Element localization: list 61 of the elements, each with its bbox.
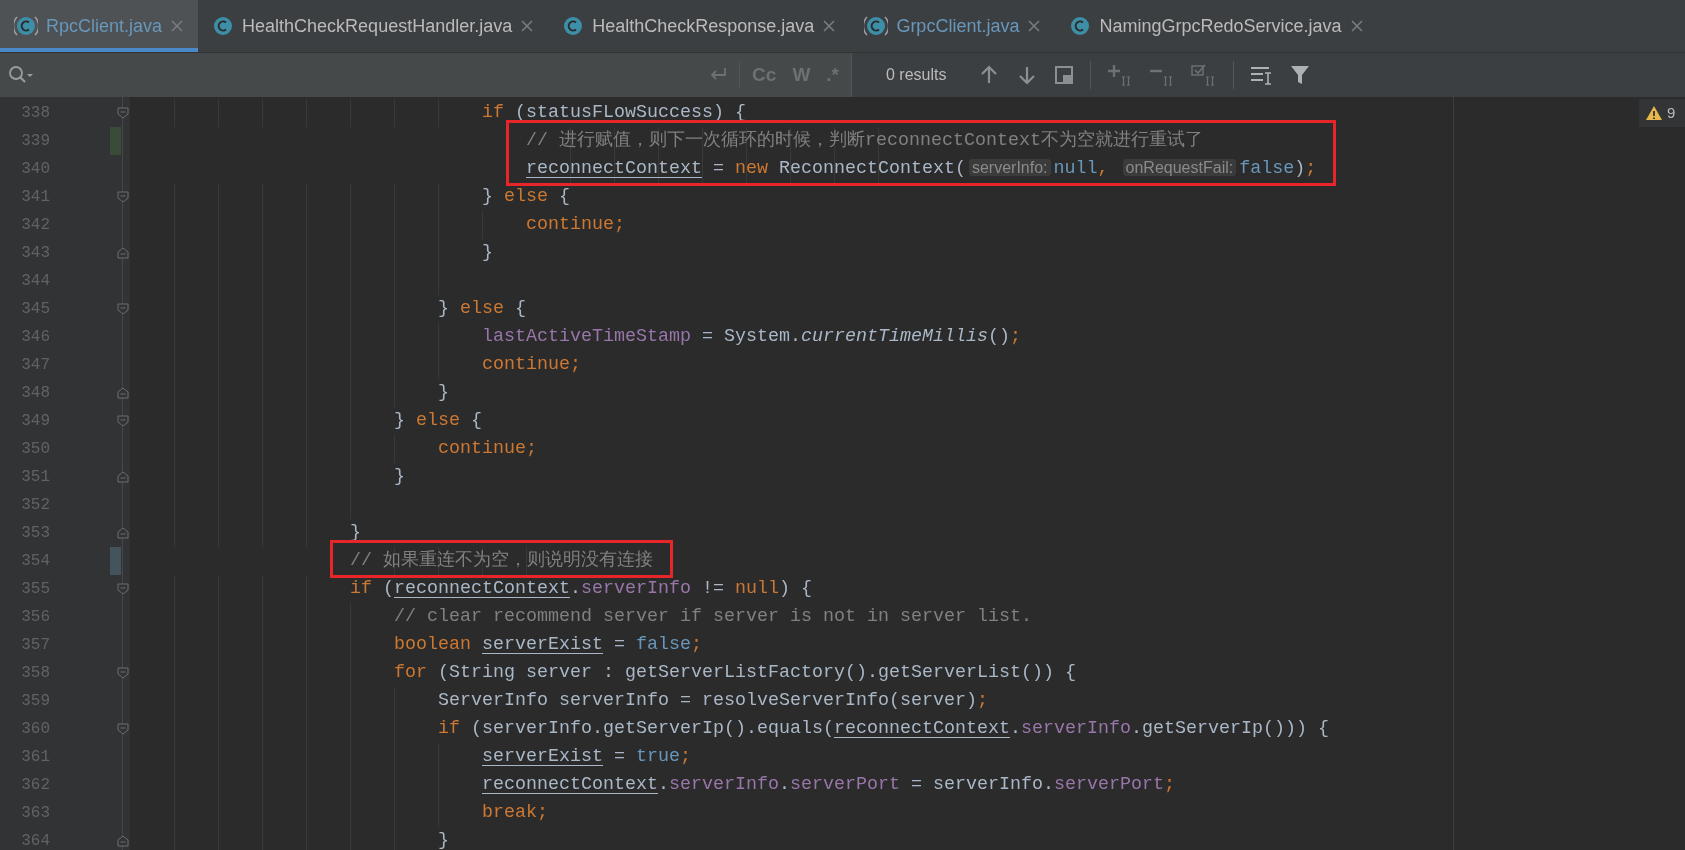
fold-marker-icon[interactable] [117, 723, 129, 735]
fold-marker-icon[interactable] [117, 471, 129, 483]
close-icon[interactable] [1349, 19, 1364, 33]
close-icon[interactable] [1027, 19, 1042, 33]
code-line: } [482, 241, 493, 266]
code-line: lastActiveTimeStamp = System.currentTimeMillis(); [482, 325, 1021, 350]
fold-marker-icon[interactable] [117, 107, 129, 119]
abstract-class-icon [14, 15, 38, 37]
filter-icon[interactable] [1290, 64, 1310, 86]
fold-marker-icon[interactable] [117, 667, 129, 679]
code-line: } [438, 829, 449, 850]
fold-marker-icon[interactable] [117, 247, 129, 259]
code-line: for (String server : getServerListFactory().getServerList()) { [394, 661, 1076, 686]
fold-marker-icon[interactable] [117, 583, 129, 595]
close-icon[interactable] [170, 19, 185, 33]
file-tab[interactable]: NamingGrpcRedoService.java [1055, 0, 1378, 52]
file-tab[interactable]: GrpcClient.java [850, 0, 1056, 52]
panel-icon[interactable] [1054, 65, 1074, 85]
code-line: boolean serverExist = false; [394, 633, 702, 658]
results-count: 0 results [886, 65, 948, 85]
fold-marker-icon[interactable] [117, 191, 129, 203]
code-line: } else { [394, 409, 482, 434]
code-line: // 如果重连不为空，则说明没有连接 [350, 549, 653, 574]
warning-count[interactable]: 9 [1667, 101, 1676, 125]
code-line: } else { [482, 185, 570, 210]
toggle-button[interactable]: .* [824, 60, 841, 90]
code-line: continue; [438, 437, 537, 462]
close-icon[interactable] [520, 19, 535, 33]
fold-marker-icon[interactable] [117, 415, 129, 427]
search-icon[interactable] [8, 65, 34, 85]
class-icon [1069, 15, 1092, 37]
code-line: reconnectContext.serverInfo.serverPort = serverInfo.serverPort; [482, 773, 1175, 798]
fold-marker-icon[interactable] [117, 303, 129, 315]
code-line: continue; [482, 353, 581, 378]
fold-marker-icon[interactable] [117, 835, 129, 847]
fold-marker-icon[interactable] [117, 387, 129, 399]
code-line: if (reconnectContext.serverInfo != null) { [350, 577, 812, 602]
close-icon[interactable] [822, 19, 837, 33]
arrow-down-icon[interactable] [1016, 64, 1038, 86]
file-tab[interactable]: RpcClient.java [0, 0, 199, 52]
class-icon [562, 15, 585, 37]
fold-marker-icon[interactable] [117, 527, 129, 539]
warning-icon[interactable] [1645, 105, 1663, 121]
class-icon [212, 15, 235, 37]
code-line: reconnectContext = new ReconnectContext( serverInfo: null, onRequestFail: false); [526, 157, 1317, 182]
code-line: if (serverInfo.getServerIp().equals(reconnectContext.serverInfo.getServerIp())) { [438, 717, 1329, 742]
code-line: // 进行赋值，则下一次循环的时候，判断reconnectContext不为空就进行重试了 [526, 129, 1203, 154]
select-all-icon[interactable] [1191, 63, 1217, 87]
abstract-class-icon [864, 15, 889, 37]
add-occurrence-icon[interactable] [1107, 63, 1133, 87]
code-line: serverExist = true; [482, 745, 691, 770]
multiline-icon[interactable] [1250, 64, 1274, 86]
file-tab[interactable]: HealthCheckResponse.java [548, 0, 851, 52]
code-line: } [438, 381, 449, 406]
file-tab[interactable]: HealthCheckRequestHandler.java [198, 0, 549, 52]
code-line: break; [482, 801, 548, 826]
code-line: // clear recommend server if server is not in server list. [394, 605, 1032, 630]
code-line: } [394, 465, 405, 490]
code-line: continue; [526, 213, 625, 238]
code-line: ServerInfo serverInfo = resolveServerInfo(server); [438, 689, 988, 714]
code-line: } else { [438, 297, 526, 322]
